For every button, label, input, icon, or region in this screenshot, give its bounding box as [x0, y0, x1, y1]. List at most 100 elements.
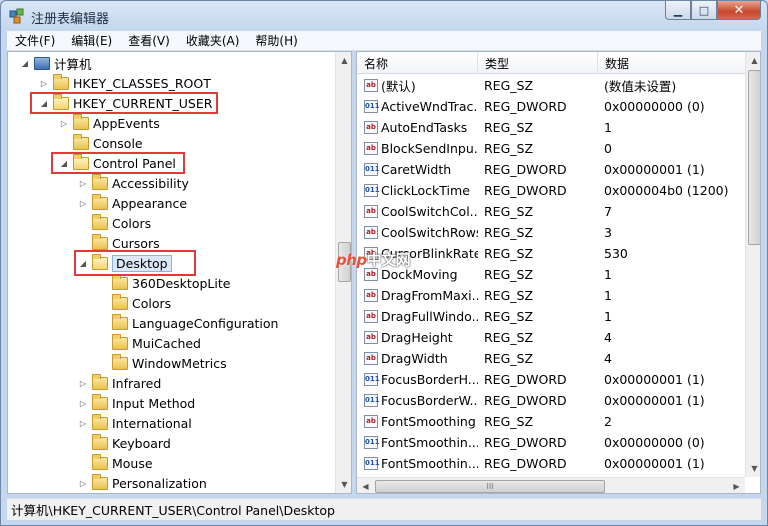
tree-node-360desktoplite[interactable]: 360DesktopLite	[98, 273, 230, 293]
expand-icon[interactable]: ▷	[78, 378, 88, 388]
tree-node-desktop-colors[interactable]: Colors	[98, 293, 171, 313]
expand-icon[interactable]: ▷	[78, 398, 88, 408]
column-header-name[interactable]: 名称	[357, 52, 478, 74]
collapse-icon[interactable]: ◢	[20, 58, 30, 68]
minimize-button[interactable]: ▁	[665, 1, 691, 20]
menu-edit[interactable]: 编辑(E)	[63, 32, 120, 49]
tree-node-languageconfiguration[interactable]: LanguageConfiguration	[98, 313, 278, 333]
expand-icon[interactable]: ▷	[78, 198, 88, 208]
tree-node-label: MuiCached	[132, 335, 201, 351]
tree-node-keyboard[interactable]: Keyboard	[78, 433, 171, 453]
cell-type: REG_DWORD	[484, 183, 567, 198]
expander-blank	[98, 298, 108, 308]
table-row[interactable]: 011 FocusBorderW... REG_DWORD 0x00000001 (1…	[357, 390, 745, 411]
tree-vertical-scrollbar[interactable]: ▲ ▼	[335, 52, 351, 493]
folder-icon	[92, 193, 108, 210]
binary-value-icon: 011	[364, 163, 380, 176]
column-header-type[interactable]: 类型	[478, 52, 598, 74]
tree-node-label: International	[112, 415, 192, 431]
value-name: ActiveWndTrac...	[381, 99, 478, 114]
table-row[interactable]: 011 FocusBorderH... REG_DWORD 0x00000001 (1…	[357, 369, 745, 390]
menu-help[interactable]: 帮助(H)	[247, 32, 305, 49]
maximize-button[interactable]: □	[691, 1, 717, 20]
expand-icon[interactable]: ▷	[39, 78, 49, 88]
cell-data: 0x00000000 (0)	[604, 99, 705, 114]
scroll-up-icon[interactable]: ▲	[336, 52, 351, 69]
tree-node-label: AppEvents	[93, 115, 160, 131]
table-row[interactable]: ab FontSmoothing REG_SZ 2	[357, 411, 745, 432]
expand-icon[interactable]: ▷	[78, 478, 88, 488]
tree-node-accessibility[interactable]: ▷ Accessibility	[78, 173, 189, 193]
table-row[interactable]: ab DockMoving REG_SZ 1	[357, 264, 745, 285]
tree-node-input-method[interactable]: ▷ Input Method	[78, 393, 195, 413]
tree-node-label: HKEY_CLASSES_ROOT	[73, 75, 211, 91]
tree-node-console[interactable]: Console	[59, 133, 143, 153]
list-vscroll-thumb[interactable]	[748, 70, 760, 245]
table-row[interactable]: 011 FontSmoothin... REG_DWORD 0x00000000 (0…	[357, 432, 745, 453]
cell-name: ab DragWidth	[357, 351, 478, 366]
table-row[interactable]: ab BlockSendInpu... REG_SZ 0	[357, 138, 745, 159]
list-hscroll-thumb[interactable]: III	[375, 480, 605, 493]
cell-name: 011 FocusBorderH...	[357, 372, 478, 387]
table-row[interactable]: 011 ActiveWndTrac... REG_DWORD 0x00000000 (…	[357, 96, 745, 117]
tree-node-infrared[interactable]: ▷ Infrared	[78, 373, 161, 393]
table-row[interactable]: ab CoolSwitchRows REG_SZ 3	[357, 222, 745, 243]
registry-tree[interactable]: ◢ 计算机 ▷ HKEY_CLASSES_ROOT ◢ HKEY_CURRENT…	[7, 51, 352, 494]
value-name: CoolSwitchCol...	[381, 204, 478, 219]
tree-node-personalization[interactable]: ▷ Personalization	[78, 473, 207, 493]
tree-node-international[interactable]: ▷ International	[78, 413, 192, 433]
string-value-icon: ab	[364, 310, 378, 323]
scroll-down-icon[interactable]: ▼	[336, 476, 351, 493]
scroll-right-icon[interactable]: ▶	[728, 478, 745, 493]
table-row[interactable]: ab DragWidth REG_SZ 4	[357, 348, 745, 369]
tree-node-appevents[interactable]: ▷ AppEvents	[59, 113, 160, 133]
cell-type: REG_SZ	[484, 351, 534, 366]
menu-file[interactable]: 文件(F)	[7, 32, 63, 49]
table-row[interactable]: ab AutoEndTasks REG_SZ 1	[357, 117, 745, 138]
table-row[interactable]: ab DragHeight REG_SZ 4	[357, 327, 745, 348]
table-row[interactable]: ab CursorBlinkRate REG_SZ 530	[357, 243, 745, 264]
list-vertical-scrollbar[interactable]: ▲ ▼	[745, 52, 760, 477]
table-row[interactable]: 011 ClickLockTime REG_DWORD 0x000004b0 (120…	[357, 180, 745, 201]
expand-icon[interactable]: ▷	[59, 118, 69, 128]
expand-icon[interactable]: ▷	[78, 178, 88, 188]
cell-data: 530	[604, 246, 628, 261]
title-bar[interactable]: 注册表编辑器 ▁ □ ✕	[1, 1, 767, 31]
tree-node-label: Accessibility	[112, 175, 189, 191]
tree-node-mouse[interactable]: Mouse	[78, 453, 153, 473]
tree-node-windowmetrics[interactable]: WindowMetrics	[98, 353, 227, 373]
list-horizontal-scrollbar[interactable]: ◀ III ▶	[357, 477, 745, 493]
table-row[interactable]: ab DragFullWindo... REG_SZ 1	[357, 306, 745, 327]
cell-type: REG_SZ	[484, 288, 534, 303]
tree-node-muicached[interactable]: MuiCached	[98, 333, 201, 353]
value-name: (默认)	[381, 79, 416, 94]
binary-value-icon: 011	[364, 184, 380, 197]
cell-type: REG_SZ	[484, 330, 534, 345]
tree-node-hkey-classes-root[interactable]: ▷ HKEY_CLASSES_ROOT	[39, 73, 211, 93]
scroll-left-icon[interactable]: ◀	[357, 478, 374, 493]
scroll-up-icon[interactable]: ▲	[746, 52, 760, 69]
table-row[interactable]: 011 CaretWidth REG_DWORD 0x00000001 (1)	[357, 159, 745, 180]
value-name: CaretWidth	[381, 162, 452, 177]
cell-name: 011 FocusBorderW...	[357, 393, 478, 408]
tree-node-appearance[interactable]: ▷ Appearance	[78, 193, 187, 213]
column-header-data[interactable]: 数据	[598, 52, 745, 74]
menu-favorites[interactable]: 收藏夹(A)	[178, 32, 248, 49]
tree-node-computer[interactable]: ◢ 计算机	[20, 53, 92, 73]
value-name: FontSmoothin...	[381, 435, 478, 450]
expand-icon[interactable]: ▷	[78, 418, 88, 428]
close-button[interactable]: ✕	[717, 1, 761, 20]
tree-node-colors[interactable]: Colors	[78, 213, 151, 233]
menu-view[interactable]: 查看(V)	[120, 32, 178, 49]
table-row[interactable]: ab (默认) REG_SZ (数值未设置)	[357, 75, 745, 96]
expander-blank	[78, 238, 88, 248]
scroll-down-icon[interactable]: ▼	[746, 460, 760, 477]
table-row[interactable]: 011 FontSmoothin... REG_DWORD 0x00000001 (1…	[357, 453, 745, 474]
table-row[interactable]: ab CoolSwitchCol... REG_SZ 7	[357, 201, 745, 222]
values-list[interactable]: 名称 类型 数据 ab (默认) REG_SZ (数值未设置) 011 ActiveWnd…	[356, 51, 761, 494]
cell-type: REG_SZ	[484, 120, 534, 135]
string-value-icon: ab	[364, 415, 378, 428]
close-icon: ✕	[733, 2, 745, 18]
cell-data: 1	[604, 288, 612, 303]
table-row[interactable]: ab DragFromMaxi... REG_SZ 1	[357, 285, 745, 306]
